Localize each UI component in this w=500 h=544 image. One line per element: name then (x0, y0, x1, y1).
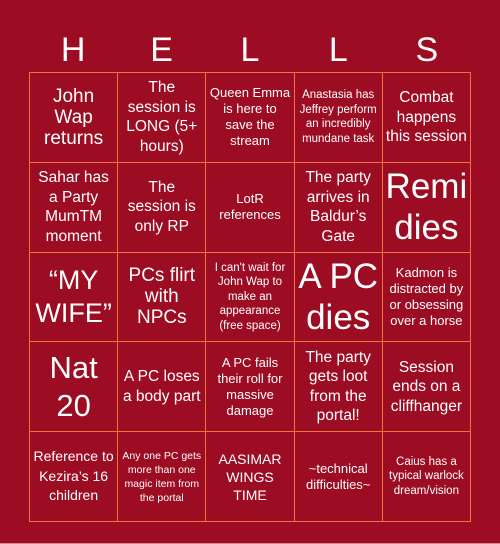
cell-text: I can't wait for John Wap to make an app… (214, 261, 286, 332)
cell-text: Anastasia has Jeffrey perform an incredi… (299, 89, 377, 145)
bingo-cell-r0c4[interactable]: Combat happens this session (382, 73, 471, 163)
bingo-cell-r4c3[interactable]: ~technical difficulties~ (294, 432, 383, 522)
cell-text: Caius has a typical warlock dream/vision (389, 455, 464, 497)
bingo-cell-r0c3[interactable]: Anastasia has Jeffrey perform an incredi… (294, 73, 383, 163)
bingo-header: H E L L S (29, 28, 471, 72)
cell-text: Sahar has a Party MumTM moment (38, 169, 109, 245)
cell-text: Kadmon is distracted by or obsessing ove… (389, 264, 464, 328)
cell-text: The session is LONG (5+ hours) (126, 79, 198, 155)
cell-text: Session ends on a cliffhanger (390, 358, 462, 415)
cell-text: PCs flirt with NPCs (128, 265, 196, 329)
header-letter-s: S (415, 31, 439, 69)
bingo-cell-r2c0[interactable]: “MY WIFE” (30, 252, 119, 343)
cell-text: LotR references (219, 191, 281, 223)
header-letter-l1: L (240, 31, 260, 69)
cell-text: Remi dies (385, 167, 468, 248)
cell-text: The session is only RP (127, 178, 196, 235)
bingo-cell-r1c4[interactable]: Remi dies (382, 162, 471, 253)
cell-text: Any one PC gets more than one magic item… (122, 449, 202, 504)
cell-text: The party arrives in Baldur’s Gate (305, 169, 371, 245)
bingo-cell-r3c4[interactable]: Session ends on a cliffhanger (382, 342, 471, 433)
bingo-cell-r1c1[interactable]: The session is only RP (118, 162, 207, 253)
bingo-cell-r4c4[interactable]: Caius has a typical warlock dream/vision (382, 432, 471, 522)
bingo-cell-r3c3[interactable]: The party gets loot from the portal! (294, 342, 383, 433)
cell-text: A PC fails their roll for massive damage (217, 354, 283, 418)
bingo-cell-r0c1[interactable]: The session is LONG (5+ hours) (118, 73, 207, 163)
cell-text: A PC dies (298, 256, 379, 337)
cell-text: A PC loses a body part (123, 368, 201, 405)
bingo-board: John Wap returns The session is LONG (5+… (29, 72, 471, 522)
bingo-cell-r0c0[interactable]: John Wap returns (30, 73, 119, 163)
cell-text: Queen Emma is here to save the stream (209, 85, 291, 149)
bingo-cell-r3c1[interactable]: A PC loses a body part (118, 342, 207, 433)
bingo-cell-r4c1[interactable]: Any one PC gets more than one magic item… (118, 432, 207, 522)
cell-text: The party gets loot from the portal! (305, 348, 371, 425)
cell-text: John Wap returns (44, 85, 104, 149)
cell-text: ~technical difficulties~ (305, 460, 371, 492)
cell-text: “MY WIFE” (35, 264, 112, 328)
header-letter-l2: L (328, 31, 348, 69)
cell-text: AASIMAR WINGS TIME (218, 450, 282, 503)
cell-text: Reference to Kezira’s 16 children (33, 448, 114, 504)
cell-text: Combat happens this session (385, 89, 467, 146)
bingo-cell-r1c0[interactable]: Sahar has a Party MumTM moment (30, 162, 119, 253)
bingo-cell-r4c2[interactable]: AASIMAR WINGS TIME (206, 432, 295, 522)
bingo-cell-r1c3[interactable]: The party arrives in Baldur’s Gate (294, 162, 383, 253)
header-letter-h: H (60, 31, 86, 69)
bingo-cell-r2c1[interactable]: PCs flirt with NPCs (118, 252, 207, 343)
bingo-cell-r2c3[interactable]: A PC dies (294, 252, 383, 343)
bingo-cell-r3c0[interactable]: Nat 20 (30, 342, 119, 433)
bingo-cell-r4c0[interactable]: Reference to Kezira’s 16 children (30, 432, 119, 522)
bingo-cell-r2c4[interactable]: Kadmon is distracted by or obsessing ove… (382, 252, 471, 343)
cell-text: Nat 20 (49, 349, 98, 423)
bingo-cell-r0c2[interactable]: Queen Emma is here to save the stream (206, 73, 295, 163)
header-letter-e: E (150, 31, 173, 69)
bingo-cell-r3c2[interactable]: A PC fails their roll for massive damage (206, 342, 295, 433)
bingo-cell-free-space[interactable]: I can't wait for John Wap to make an app… (206, 252, 295, 343)
bingo-cell-r1c2[interactable]: LotR references (206, 162, 295, 253)
